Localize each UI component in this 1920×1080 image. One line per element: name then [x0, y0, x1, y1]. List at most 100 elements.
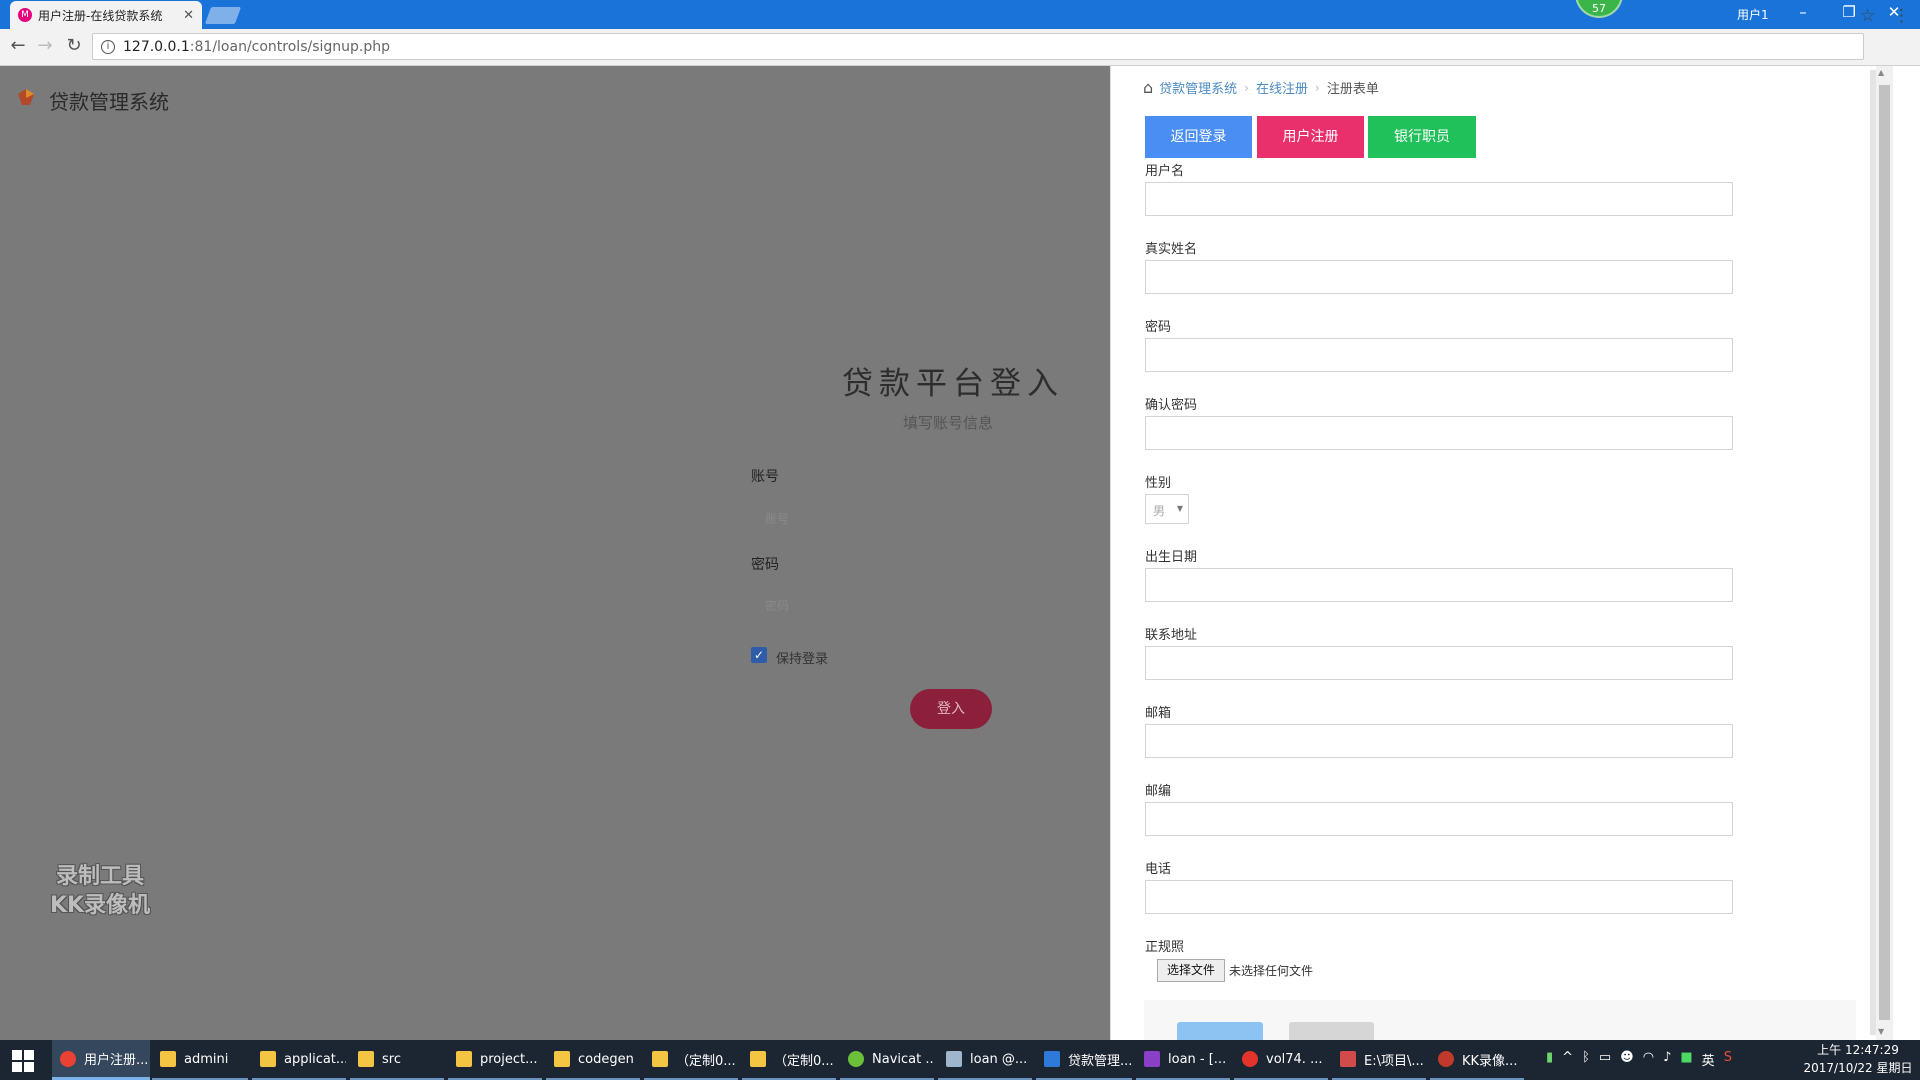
url-bar[interactable]: i 127.0.0.1:81/loan/controls/signup.php	[92, 33, 1864, 60]
reset-button[interactable]	[1289, 1022, 1374, 1042]
folder-icon	[456, 1051, 472, 1067]
site-info-icon[interactable]: i	[101, 39, 115, 54]
page-scrollbar-thumb[interactable]	[1879, 85, 1890, 1020]
system-tray: ▮ ^ ᛒ ▭ ☻ ◠ ♪ ■ 英 S	[1546, 1050, 1732, 1069]
login-button[interactable]: 登入	[910, 689, 992, 729]
taskbar-label: vol74. ...	[1266, 1051, 1323, 1067]
login-subtitle: 填写账号信息	[903, 414, 994, 432]
site-favicon-icon: M	[18, 8, 32, 22]
zipcode-input[interactable]	[1145, 802, 1733, 836]
bluetooth-icon[interactable]: ᛒ	[1582, 1050, 1590, 1069]
clock-time: 上午 12:47:29	[1817, 1043, 1899, 1057]
address-toolbar: ← → ↻ i 127.0.0.1:81/loan/controls/signu…	[0, 29, 1920, 66]
tab-close-icon[interactable]: ✕	[183, 8, 194, 23]
sogou-icon[interactable]: S	[1724, 1050, 1732, 1069]
forward-arrow-icon[interactable]: →	[33, 35, 57, 56]
email-input[interactable]	[1145, 724, 1733, 758]
url-path: :81/loan/controls/signup.php	[189, 38, 391, 55]
browser-tab[interactable]: M 用户注册-在线贷款系统 ✕	[10, 1, 202, 29]
taskbar-chrome[interactable]: 用户注册...	[52, 1040, 150, 1080]
browser-profile-name[interactable]: 用户1	[1737, 6, 1769, 23]
star-icon[interactable]: ☆	[1860, 6, 1875, 26]
back-to-login-button[interactable]: 返回登录	[1145, 116, 1252, 158]
gender-select[interactable]: 男 ▼	[1145, 494, 1189, 524]
watermark-line2: KK录像机	[49, 893, 151, 918]
submit-button[interactable]	[1177, 1022, 1263, 1042]
taskbar-folder[interactable]: src	[350, 1040, 444, 1080]
username-input[interactable]	[1145, 182, 1733, 216]
realname-input[interactable]	[1145, 260, 1733, 294]
password-input[interactable]	[1145, 338, 1733, 372]
taskbar-navicat-db[interactable]: loan @...	[938, 1040, 1032, 1080]
taskbar-folder[interactable]: codegen	[546, 1040, 640, 1080]
wifi-icon[interactable]: ◠	[1643, 1050, 1654, 1069]
recorder-watermark: 录制工具 KK录像机	[32, 862, 168, 920]
bank-staff-button[interactable]: 银行职员	[1368, 116, 1476, 158]
taskbar-folder[interactable]: applicat...	[252, 1040, 346, 1080]
home-icon[interactable]: ⌂	[1143, 78, 1153, 97]
app-tray-icon[interactable]: ■	[1680, 1050, 1692, 1069]
taskbar-folder[interactable]: project...	[448, 1040, 542, 1080]
keep-login-checkbox[interactable]: ✓	[751, 647, 767, 663]
account-input[interactable]: 账号	[765, 510, 789, 527]
scroll-up-icon[interactable]: ▲	[1878, 68, 1884, 77]
logo-text[interactable]: 贷款管理系统	[49, 86, 169, 115]
kk-recorder-icon	[1438, 1051, 1454, 1067]
taskbar-label: （定制0...	[774, 1053, 834, 1069]
folder-icon	[160, 1051, 176, 1067]
breadcrumb-separator-icon: ›	[1315, 80, 1320, 95]
clock-date: 2017/10/22 星期日	[1803, 1061, 1913, 1075]
breadcrumb: ⌂ 贷款管理系统 › 在线注册 › 注册表单	[1143, 78, 1379, 97]
chevron-up-icon[interactable]: ^	[1562, 1050, 1573, 1069]
people-icon[interactable]: ☻	[1620, 1050, 1634, 1069]
phone-input[interactable]	[1145, 880, 1733, 914]
password-label: 密码	[1145, 320, 1172, 335]
minimize-icon[interactable]: –	[1788, 3, 1818, 21]
user-register-button[interactable]: 用户注册	[1257, 116, 1364, 158]
volume-icon[interactable]: ♪	[1663, 1050, 1671, 1069]
chrome-icon	[60, 1050, 76, 1067]
taskbar-folder[interactable]: admini	[152, 1040, 248, 1080]
kebab-menu-icon[interactable]: ⋮	[1893, 6, 1910, 26]
taskbar-kk-recorder[interactable]: KK录像...	[1430, 1040, 1524, 1080]
system-clock[interactable]: 上午 12:47:29 2017/10/22 星期日	[1803, 1041, 1913, 1077]
photo-label: 正规照	[1145, 940, 1185, 955]
power-icon[interactable]: ▭	[1599, 1050, 1611, 1069]
folder-icon	[652, 1051, 668, 1067]
choose-file-button[interactable]: 选择文件	[1157, 959, 1225, 982]
editor-icon	[1340, 1051, 1356, 1067]
confirm-password-input[interactable]	[1145, 416, 1733, 450]
taskbar-folder[interactable]: （定制0...	[742, 1040, 836, 1080]
login-password-input[interactable]: 密码	[765, 597, 789, 614]
taskbar-label: （定制0...	[676, 1053, 736, 1069]
taskbar-label: E:\项目\...	[1364, 1053, 1424, 1069]
taskbar-editor[interactable]: E:\项目\...	[1332, 1040, 1426, 1080]
ime-indicator[interactable]: 英	[1702, 1050, 1715, 1069]
windows-start-icon[interactable]	[12, 1050, 34, 1072]
taskbar-label: loan @...	[970, 1051, 1028, 1067]
chevron-down-icon: ▼	[1176, 504, 1183, 513]
taskbar-folder[interactable]: （定制0...	[644, 1040, 738, 1080]
taskbar-navicat[interactable]: Navicat ...	[840, 1040, 934, 1080]
folder-icon	[260, 1051, 276, 1067]
taskbar-label: KK录像...	[1462, 1053, 1518, 1069]
new-tab-button[interactable]	[204, 7, 242, 24]
gender-value: 男	[1153, 504, 1166, 518]
battery-icon[interactable]: ▮	[1546, 1050, 1553, 1069]
taskbar-word[interactable]: 贷款管理...	[1036, 1040, 1132, 1080]
taskbar-label: 贷款管理...	[1068, 1053, 1132, 1069]
word-icon	[1044, 1051, 1060, 1067]
scroll-down-icon[interactable]: ▼	[1878, 1027, 1884, 1036]
reload-icon[interactable]: ↻	[62, 35, 86, 56]
taskbar-label: codegen	[578, 1051, 634, 1067]
back-arrow-icon[interactable]: ←	[6, 35, 30, 56]
taskbar-weibo[interactable]: vol74. ...	[1234, 1040, 1328, 1080]
address-input[interactable]	[1145, 646, 1733, 680]
breadcrumb-system[interactable]: 贷款管理系统	[1159, 78, 1237, 97]
birthday-label: 出生日期	[1145, 550, 1198, 565]
login-password-label: 密码	[751, 557, 779, 573]
breadcrumb-signup[interactable]: 在线注册	[1256, 78, 1308, 97]
url-host: 127.0.0.1	[123, 38, 190, 55]
birthday-input[interactable]	[1145, 568, 1733, 602]
taskbar-phpstorm[interactable]: loan - [...	[1136, 1040, 1230, 1080]
